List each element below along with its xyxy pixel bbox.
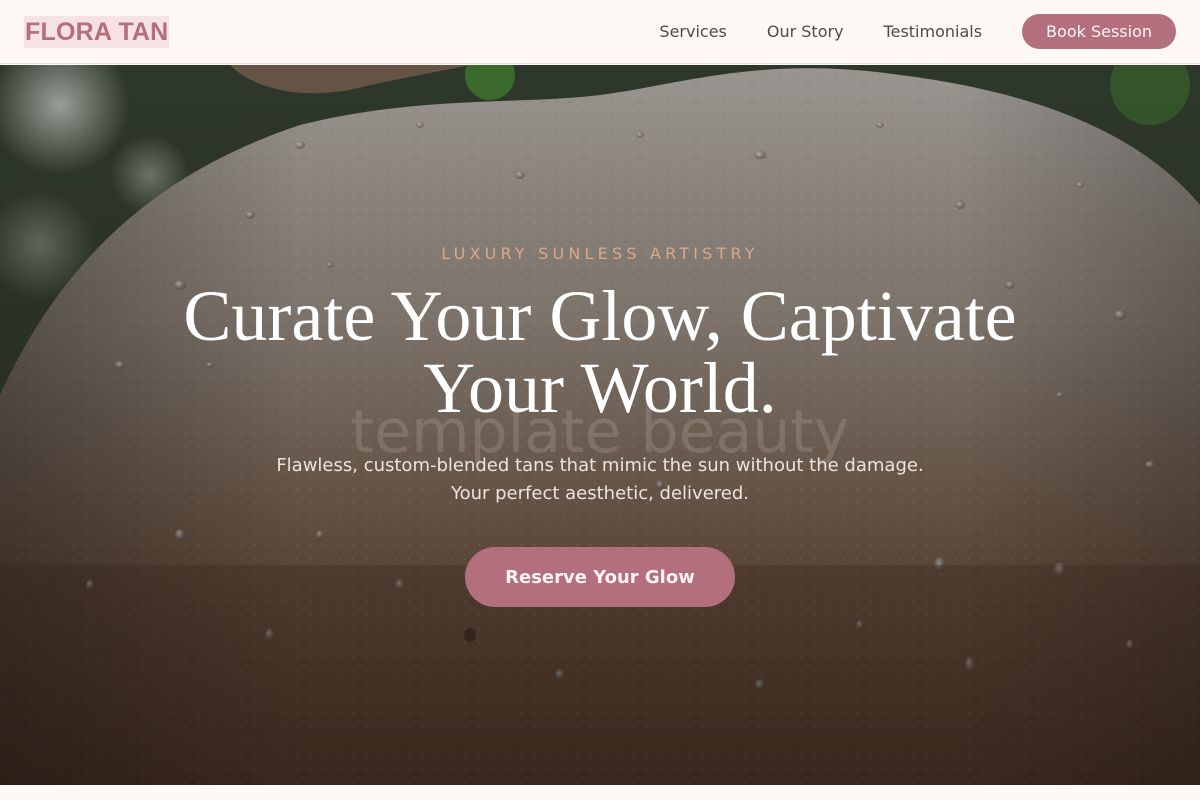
- hero-content: LUXURY SUNLESS ARTISTRY Curate Your Glow…: [0, 65, 1200, 785]
- book-session-button[interactable]: Book Session: [1022, 14, 1176, 49]
- hero-headline: Curate Your Glow, Captivate Your World.: [183, 276, 1017, 428]
- nav-link-testimonials[interactable]: Testimonials: [884, 22, 983, 41]
- page-bottom-strip: [0, 785, 1200, 800]
- brand-logo[interactable]: FLORA TAN: [24, 15, 170, 48]
- reserve-your-glow-button[interactable]: Reserve Your Glow: [465, 547, 735, 607]
- hero-subtext: Flawless, custom-blended tans that mimic…: [200, 452, 1000, 508]
- top-navigation-bar: FLORA TAN Services Our Story Testimonial…: [0, 0, 1200, 64]
- nav-link-services[interactable]: Services: [659, 22, 726, 41]
- nav-link-our-story[interactable]: Our Story: [767, 22, 844, 41]
- hero-section: LUXURY SUNLESS ARTISTRY Curate Your Glow…: [0, 65, 1200, 785]
- hero-subtext-line-1: Flawless, custom-blended tans that mimic…: [276, 455, 924, 476]
- nav-links: Services Our Story Testimonials Book Ses…: [659, 14, 1176, 49]
- hero-subtext-line-2: Your perfect aesthetic, delivered.: [450, 483, 749, 504]
- hero-eyebrow-text: LUXURY SUNLESS ARTISTRY: [441, 244, 759, 263]
